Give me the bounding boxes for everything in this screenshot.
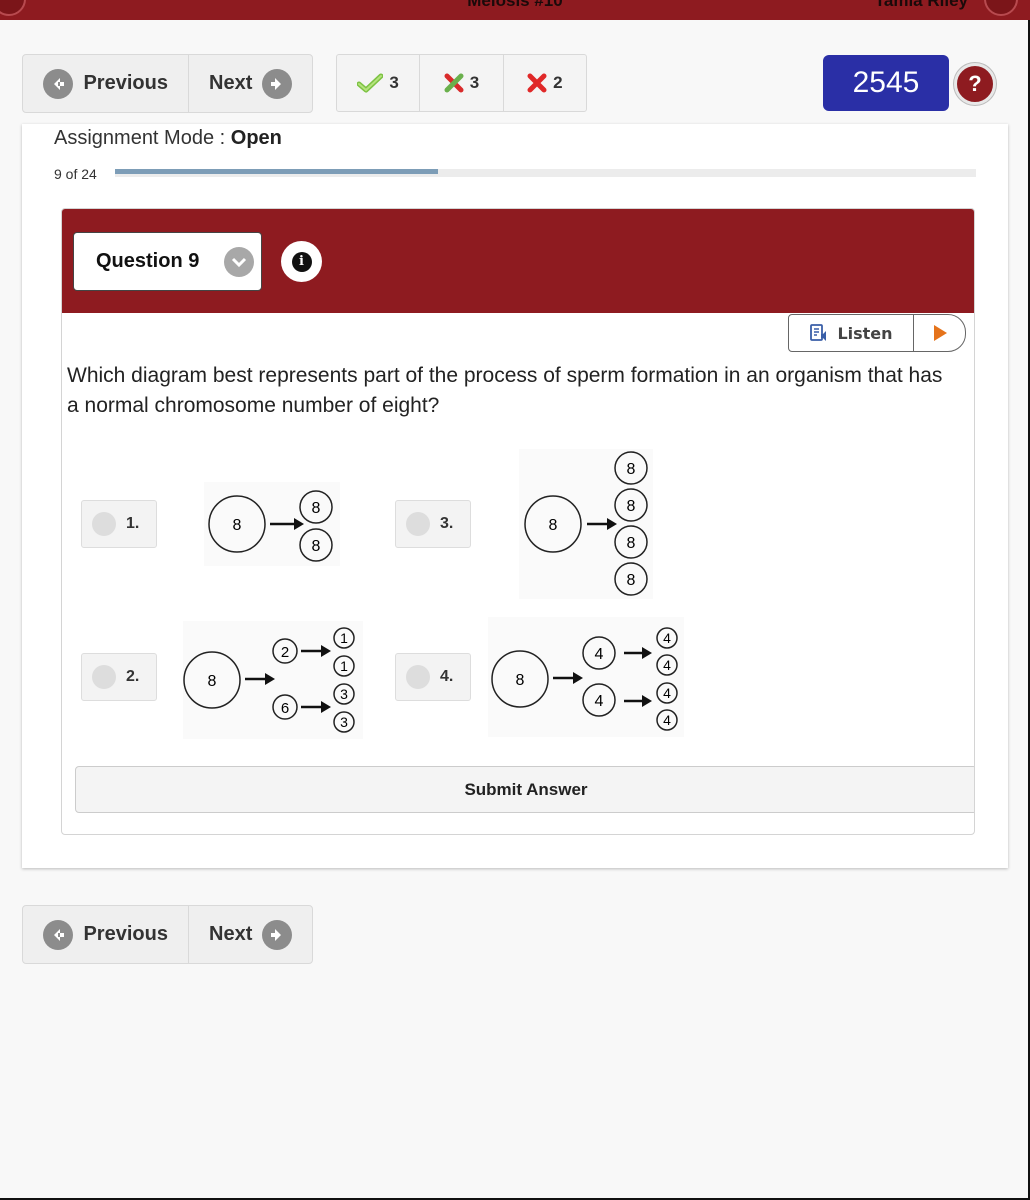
listen-control: Listen xyxy=(788,314,966,352)
submit-answer-button[interactable]: Submit Answer xyxy=(75,766,974,813)
choice-2-child: 3 xyxy=(340,686,348,702)
arrow-right-icon xyxy=(262,68,293,99)
previous-button[interactable]: Previous xyxy=(23,906,190,963)
choice-4-button[interactable]: 4. xyxy=(395,653,471,701)
radio-icon xyxy=(92,512,116,536)
play-icon xyxy=(933,325,947,341)
arrow-right-icon xyxy=(262,919,293,950)
question-card: Question 9 i Listen Which diagram best r… xyxy=(61,208,975,835)
radio-icon xyxy=(406,665,430,689)
choice-2-middle: 2 xyxy=(281,644,289,661)
arrow-left-icon xyxy=(43,68,74,99)
choice-2-child: 1 xyxy=(340,630,348,646)
choice-4-middle: 4 xyxy=(595,646,604,663)
next-button[interactable]: Next xyxy=(189,55,312,112)
choice-4-parent: 8 xyxy=(516,672,525,689)
radio-icon xyxy=(406,512,430,536)
incorrect-count-value: 2 xyxy=(553,73,563,92)
choice-4-diagram: 8 4 4 4 4 4 4 xyxy=(488,617,684,737)
listen-button[interactable]: Listen xyxy=(789,315,914,351)
choice-2-button[interactable]: 2. xyxy=(81,653,157,701)
choice-2-child: 1 xyxy=(340,658,348,674)
choice-3-button[interactable]: 3. xyxy=(395,500,471,548)
choice-3-label: 3. xyxy=(440,515,454,532)
previous-label: Previous xyxy=(83,923,168,945)
choice-2-middle: 6 xyxy=(281,700,289,717)
next-button[interactable]: Next xyxy=(189,906,312,963)
chevron-down-icon xyxy=(224,247,254,277)
progress-bar xyxy=(115,169,976,177)
choice-3-child: 8 xyxy=(627,498,636,515)
assignment-panel: Assignment Mode : Open 9 of 24 Question … xyxy=(22,124,1008,868)
choice-2-child: 3 xyxy=(340,714,348,730)
correct-count[interactable]: 3 xyxy=(337,55,419,111)
points-badge: 2545 xyxy=(823,55,949,111)
progress-label: 9 of 24 xyxy=(54,166,97,182)
user-name: Tamia Riley xyxy=(874,0,968,10)
question-selector-label: Question 9 xyxy=(96,250,200,272)
speaker-document-icon xyxy=(810,324,827,341)
partial-count-value: 3 xyxy=(469,73,480,92)
choice-3-child: 8 xyxy=(627,535,636,552)
listen-label: Listen xyxy=(837,323,893,343)
x-icon xyxy=(527,73,547,93)
choice-1-child: 8 xyxy=(312,538,321,555)
choice-4-child: 4 xyxy=(663,685,671,701)
progress-bar-fill xyxy=(115,169,438,174)
choice-1-label: 1. xyxy=(126,515,140,532)
user-avatar[interactable] xyxy=(984,0,1018,16)
choice-3-parent: 8 xyxy=(549,517,558,534)
play-button[interactable] xyxy=(914,315,965,351)
partial-count[interactable]: 3 xyxy=(419,55,502,111)
choice-4-child: 4 xyxy=(663,712,671,728)
choice-3-child: 8 xyxy=(627,461,636,478)
top-pagination: Previous Next xyxy=(22,54,313,113)
choice-4-middle: 4 xyxy=(595,693,604,710)
assignment-mode-label: Assignment Mode : xyxy=(54,127,226,149)
choice-4-child: 4 xyxy=(663,630,671,646)
choice-1-button[interactable]: 1. xyxy=(81,500,157,548)
question-selector[interactable]: Question 9 xyxy=(73,232,262,291)
info-icon: i xyxy=(291,251,312,272)
choice-2-diagram: 8 2 6 1 1 3 3 xyxy=(183,621,363,739)
choice-1-parent: 8 xyxy=(233,517,242,534)
previous-button[interactable]: Previous xyxy=(23,55,190,112)
radio-icon xyxy=(92,665,116,689)
next-label: Next xyxy=(209,72,253,94)
choice-1-child: 8 xyxy=(312,500,321,517)
choice-4-child: 4 xyxy=(663,657,671,673)
choice-2-label: 2. xyxy=(126,668,140,685)
help-button[interactable]: ? xyxy=(954,63,996,105)
previous-label: Previous xyxy=(83,72,168,94)
incorrect-count[interactable]: 2 xyxy=(502,55,586,111)
score-summary: 3 3 2 xyxy=(336,54,587,112)
app-header: Meiosis #10 Tamia Riley xyxy=(0,0,1030,20)
assignment-mode: Assignment Mode : Open xyxy=(54,127,282,150)
question-text: Which diagram best represents part of th… xyxy=(67,364,943,417)
choice-1-diagram: 8 8 8 xyxy=(204,482,340,566)
choice-3-diagram: 8 8 8 8 8 xyxy=(519,449,653,599)
choice-4-label: 4. xyxy=(440,668,454,685)
partial-icon xyxy=(444,73,464,93)
choice-3-child: 8 xyxy=(627,572,636,589)
question-info-button[interactable]: i xyxy=(281,241,322,282)
question-header: Question 9 i xyxy=(62,209,974,313)
bottom-pagination: Previous Next xyxy=(22,905,313,964)
next-label: Next xyxy=(209,923,253,945)
choice-2-parent: 8 xyxy=(208,673,217,690)
check-icon xyxy=(357,73,384,93)
assignment-mode-value: Open xyxy=(230,127,282,149)
arrow-left-icon xyxy=(43,919,74,950)
correct-count-value: 3 xyxy=(389,73,399,92)
